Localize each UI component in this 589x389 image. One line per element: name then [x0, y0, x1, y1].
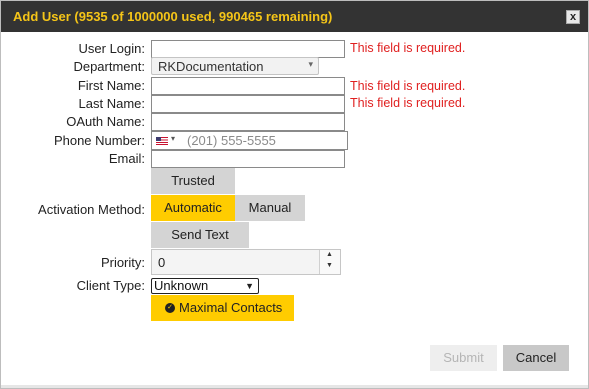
phone-number-input[interactable]: ▾ (201) 555-5555: [151, 131, 348, 150]
activation-send-text-button[interactable]: Send Text: [151, 222, 249, 248]
priority-stepper[interactable]: 0 ▲ ▼: [151, 249, 341, 275]
dialog-titlebar: Add User (9535 of 1000000 used, 990465 r…: [1, 1, 588, 32]
email-field[interactable]: [151, 150, 345, 168]
oauth-name-label: OAuth Name:: [66, 114, 145, 129]
department-label: Department:: [73, 59, 145, 74]
priority-value: 0: [158, 255, 166, 270]
chevron-down-icon[interactable]: ▼: [326, 262, 333, 269]
close-icon[interactable]: x: [566, 10, 580, 24]
activation-automatic-button[interactable]: Automatic: [151, 195, 235, 221]
oauth-name-input[interactable]: [151, 113, 345, 131]
client-type-label: Client Type:: [76, 278, 145, 293]
first-name-label: First Name:: [77, 78, 145, 93]
activation-method-label: Activation Method:: [38, 202, 145, 217]
user-login-label: User Login:: [78, 41, 145, 56]
user-login-input[interactable]: [151, 40, 345, 58]
chevron-down-icon[interactable]: ▾: [171, 134, 175, 143]
first-name-error: This field is required.: [350, 79, 466, 93]
phone-number-label: Phone Number:: [53, 133, 145, 148]
chevron-up-icon[interactable]: ▲: [326, 251, 333, 258]
email-label: Email:: [108, 151, 145, 166]
check-circle-icon: ✓: [165, 303, 175, 313]
last-name-input[interactable]: [151, 95, 345, 113]
user-login-error: This field is required.: [350, 41, 466, 55]
client-type-select[interactable]: Unknown ▼: [151, 278, 259, 294]
activation-manual-button[interactable]: Manual: [235, 195, 305, 221]
background-strip: [1, 385, 588, 388]
dialog-title: Add User (9535 of 1000000 used, 990465 r…: [13, 9, 333, 24]
department-value: RKDocumentation: [158, 59, 264, 74]
last-name-error: This field is required.: [350, 96, 466, 110]
cancel-button[interactable]: Cancel: [503, 345, 569, 371]
maximal-contacts-label: Maximal Contacts: [179, 300, 283, 315]
chevron-down-icon: ▾: [308, 59, 313, 69]
maximal-contacts-toggle[interactable]: ✓ Maximal Contacts: [151, 295, 294, 321]
phone-placeholder: (201) 555-5555: [187, 133, 276, 148]
add-user-dialog: Add User (9535 of 1000000 used, 990465 r…: [0, 0, 589, 389]
submit-button[interactable]: Submit: [430, 345, 497, 371]
priority-label: Priority:: [100, 255, 145, 270]
department-select[interactable]: RKDocumentation ▾: [151, 57, 319, 75]
us-flag-icon[interactable]: [156, 137, 168, 145]
chevron-down-icon: ▼: [245, 281, 254, 291]
activation-trusted-button[interactable]: Trusted: [151, 168, 235, 194]
client-type-value: Unknown: [154, 278, 209, 293]
last-name-label: Last Name:: [78, 96, 145, 111]
first-name-input[interactable]: [151, 77, 345, 95]
priority-spinner[interactable]: ▲ ▼: [319, 250, 340, 274]
